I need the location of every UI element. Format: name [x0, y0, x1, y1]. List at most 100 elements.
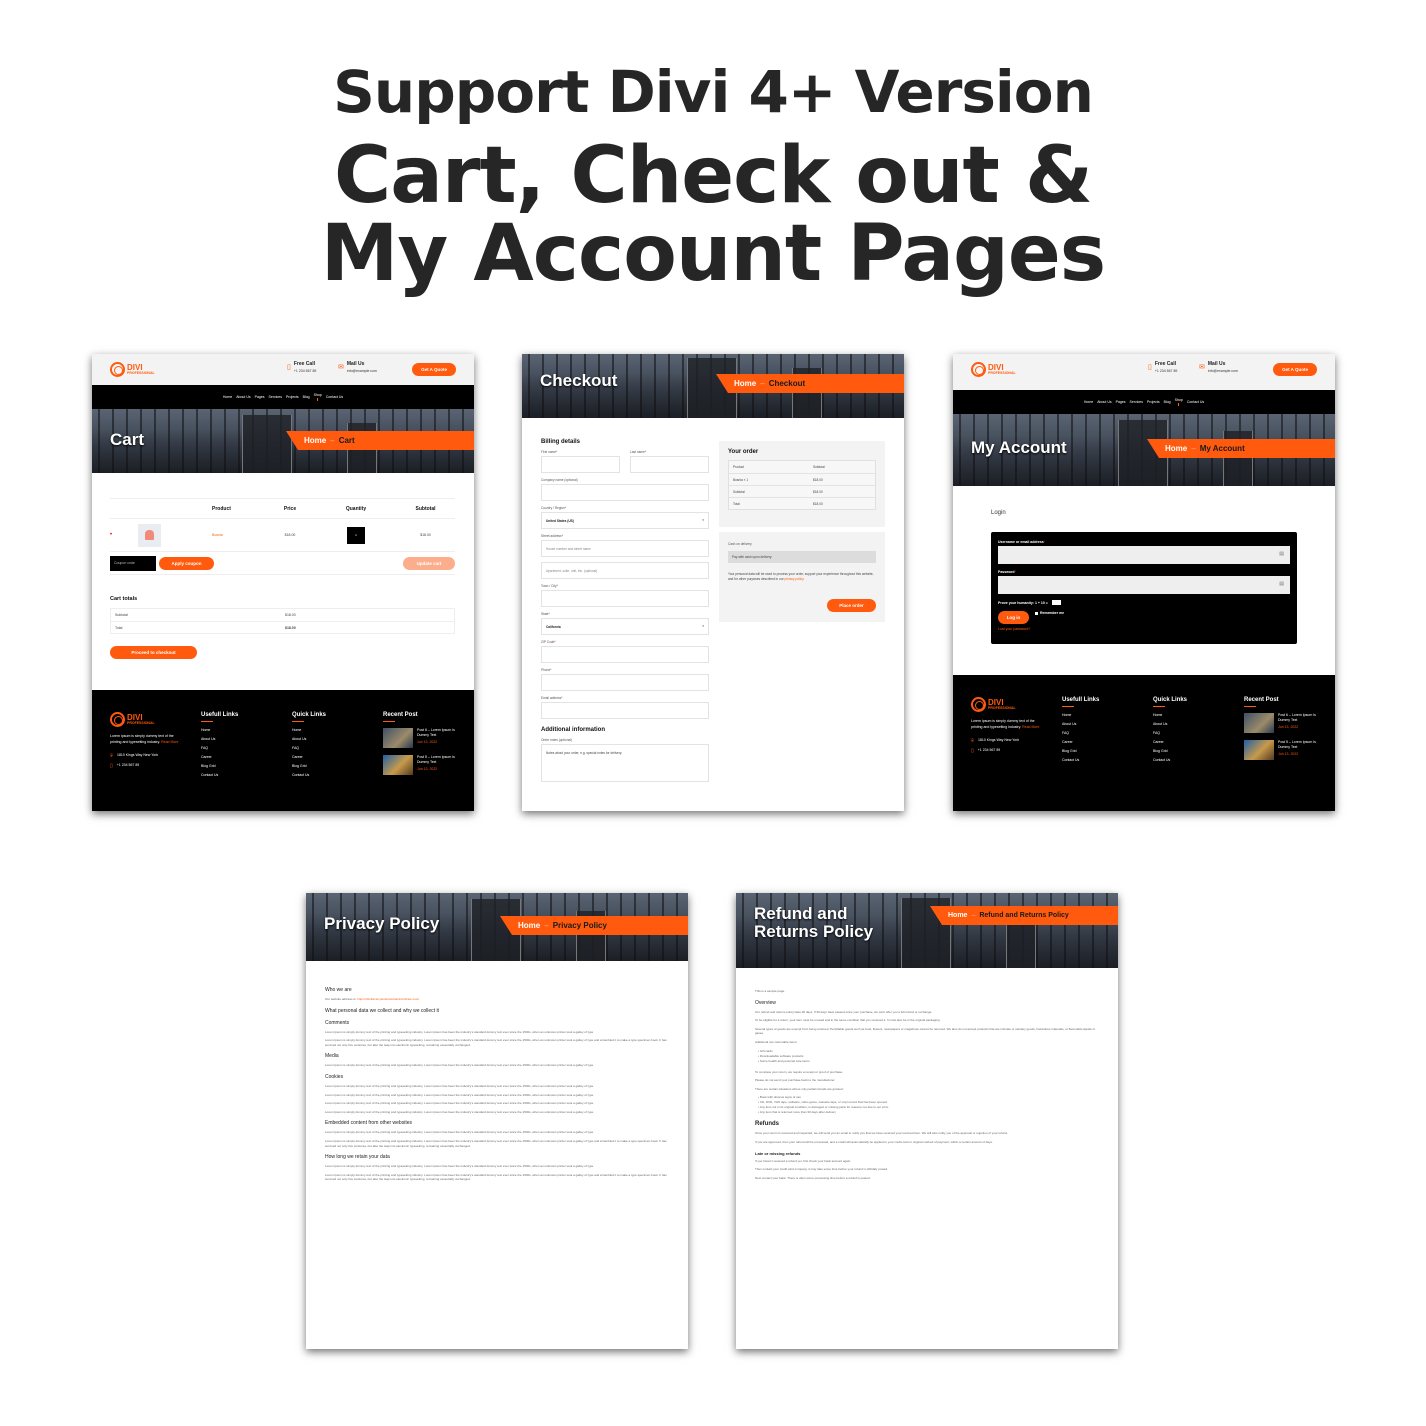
state-select[interactable]: California	[541, 618, 709, 635]
list-item: Any item that is returned more than 30 d…	[758, 1110, 1099, 1115]
footer-link[interactable]: FAQ	[1153, 731, 1187, 735]
recent-post[interactable]: Post 5 – Lorem Ipsum Is Dummy Text Jun 13…	[1244, 740, 1316, 760]
city-input[interactable]	[541, 590, 709, 607]
street-input[interactable]: House number and street name	[541, 540, 709, 557]
lost-password-link[interactable]: Lost your password?	[998, 627, 1290, 631]
footer-link[interactable]: FAQ	[1062, 731, 1099, 735]
footer-link[interactable]: Contact Us	[292, 773, 326, 777]
footer-link[interactable]: About Us	[1153, 722, 1187, 726]
site-logo[interactable]: DIVI PROFESSIONAL	[971, 362, 1016, 377]
apply-coupon-button[interactable]: Apply coupon	[159, 556, 214, 570]
footer-link[interactable]: Blog Grid	[1153, 749, 1187, 753]
breadcrumb-home[interactable]: Home	[518, 921, 540, 930]
footer-link[interactable]: Blog Grid	[201, 764, 238, 768]
footer-link[interactable]: Home	[1062, 713, 1099, 717]
footer-link[interactable]: About Us	[201, 737, 238, 741]
nav-about[interactable]: About Us	[236, 395, 250, 399]
footer-link[interactable]: Home	[1153, 713, 1187, 717]
order-value: Subtotal	[813, 465, 825, 469]
footer-link[interactable]: FAQ	[292, 746, 326, 750]
get-quote-button[interactable]: Get A Quote	[1273, 363, 1317, 376]
username-input[interactable]	[998, 546, 1290, 564]
remove-item-icon[interactable]: •	[110, 532, 112, 538]
humanity-input[interactable]	[1051, 600, 1061, 605]
footer-link[interactable]: Career	[201, 755, 238, 759]
remember-me[interactable]: Remember me	[1035, 611, 1064, 615]
nav-contact[interactable]: Contact Us	[1187, 400, 1204, 404]
quick-links-title: Quick Links	[1153, 697, 1188, 703]
read-more-link[interactable]: Read More	[1022, 725, 1039, 729]
footer-link[interactable]: Home	[201, 728, 238, 732]
nav-home[interactable]: Home	[223, 395, 232, 399]
first-name-input[interactable]	[541, 456, 620, 473]
footer-link[interactable]: Home	[292, 728, 326, 732]
nav-projects[interactable]: Projects	[286, 395, 299, 399]
last-name-input[interactable]	[630, 456, 709, 473]
nav-blog[interactable]: Blog	[303, 395, 310, 399]
nav-services[interactable]: Services	[269, 395, 282, 399]
footer-link[interactable]: Career	[292, 755, 326, 759]
website-link[interactable]: https://diviFactoryandindustrial.diviinf…	[357, 997, 419, 1001]
nav-shop[interactable]: Shop	[314, 393, 322, 401]
apartment-input[interactable]: Apartment, suite, unit, etc. (optional)	[541, 562, 709, 579]
call-value: +1 234 567 89	[293, 369, 317, 373]
nav-about[interactable]: About Us	[1097, 400, 1111, 404]
footer-link[interactable]: Career	[1153, 740, 1187, 744]
proceed-to-checkout-button[interactable]: Proceed to checkout	[110, 646, 197, 659]
order-notes-textarea[interactable]: Notes about your order, e.g. special not…	[541, 744, 709, 782]
company-input[interactable]	[541, 484, 709, 501]
logo-icon	[110, 712, 125, 727]
quantity-input[interactable]: 1	[347, 526, 365, 544]
nav-pages[interactable]: Pages	[1116, 400, 1126, 404]
footer-link[interactable]: FAQ	[201, 746, 238, 750]
product-subtotal: $18.00	[420, 533, 431, 537]
recent-post[interactable]: Post 6 – Lorem Ipsum Is Dummy Text Jun 13…	[1244, 713, 1316, 733]
footer-link[interactable]: Blog Grid	[1062, 749, 1099, 753]
breadcrumb-separator: –	[760, 379, 765, 388]
login-button[interactable]: Log in	[998, 611, 1029, 624]
breadcrumb-home[interactable]: Home	[948, 912, 967, 919]
site-logo[interactable]: DIVI PROFESSIONAL	[110, 362, 155, 377]
footer-link[interactable]: Blog Grid	[292, 764, 326, 768]
breadcrumb-home[interactable]: Home	[734, 379, 756, 388]
phone-input[interactable]	[541, 674, 709, 691]
nav-home[interactable]: Home	[1084, 400, 1093, 404]
zip-input[interactable]	[541, 646, 709, 663]
breadcrumb-home[interactable]: Home	[1165, 444, 1187, 453]
order-table: Product Subtotal Bosnia × 1 $18.00 Subtota…	[728, 460, 876, 510]
payment-method-label[interactable]: Cash on delivery	[728, 542, 876, 546]
logo-icon	[971, 697, 986, 712]
footer-link[interactable]: About Us	[292, 737, 326, 741]
paragraph: To complete your return, we require a re…	[755, 1069, 844, 1074]
footer-link[interactable]: Contact Us	[1153, 758, 1187, 762]
email-input[interactable]	[541, 702, 709, 719]
nav-projects[interactable]: Projects	[1147, 400, 1160, 404]
footer-link[interactable]: About Us	[1062, 722, 1099, 726]
footer-link[interactable]: Contact Us	[1062, 758, 1099, 762]
read-more-link[interactable]: Read More	[161, 740, 178, 744]
nav-services[interactable]: Services	[1130, 400, 1143, 404]
product-name-link[interactable]: Bosnia	[212, 533, 264, 537]
nav-shop[interactable]: Shop	[1175, 398, 1183, 406]
nav-pages[interactable]: Pages	[255, 395, 265, 399]
coupon-input[interactable]: Coupon code	[110, 555, 156, 571]
paragraph: Lorem Ipsum is simply dummy text of the …	[325, 1138, 667, 1148]
product-thumbnail[interactable]	[138, 523, 161, 547]
paragraph: Lorem Ipsum is simply dummy text of the …	[325, 1063, 594, 1068]
update-cart-button[interactable]: Update cart	[403, 556, 455, 570]
password-input[interactable]	[998, 576, 1290, 594]
country-select[interactable]: United States (US)	[541, 512, 709, 529]
nav-contact[interactable]: Contact Us	[326, 395, 343, 399]
order-row: Product Subtotal	[729, 461, 875, 473]
get-quote-button[interactable]: Get A Quote	[412, 363, 456, 376]
footer-link[interactable]: Career	[1062, 740, 1099, 744]
nav-blog[interactable]: Blog	[1164, 400, 1171, 404]
footer-link[interactable]: Contact Us	[201, 773, 238, 777]
recent-post[interactable]: Post 5 – Lorem Ipsum Is Dummy Text Jun 13…	[383, 755, 455, 775]
remember-me-checkbox[interactable]	[1035, 611, 1038, 615]
recent-post[interactable]: Post 6 – Lorem Ipsum Is Dummy Text Jun 13…	[383, 728, 455, 748]
place-order-button[interactable]: Place order	[827, 599, 876, 612]
footer-about: Lorem Ipsum is simply dummy text of the …	[110, 733, 184, 745]
breadcrumb-home[interactable]: Home	[304, 436, 326, 445]
privacy-policy-link[interactable]: privacy policy.	[785, 577, 805, 581]
